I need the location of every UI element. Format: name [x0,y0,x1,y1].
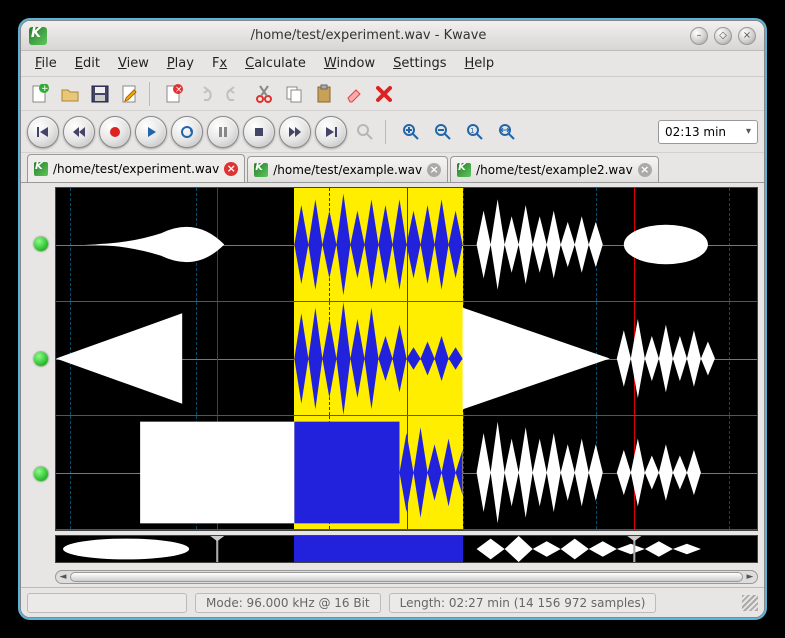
status-length: Length: 02:27 min (14 156 972 samples) [389,593,657,613]
horizontal-scrollbar[interactable]: ◄ ► [55,570,758,584]
chevron-down-icon: ▾ [746,126,751,137]
tracks-container [55,187,758,531]
pause-button[interactable] [207,116,239,148]
zoom-in-button[interactable] [397,118,425,146]
tabbar: /home/test/experiment.wav × /home/test/e… [21,153,764,183]
titlebar[interactable]: /home/test/experiment.wav - Kwave – ◇ × [21,21,764,51]
status-segment-empty [27,593,187,613]
copy-button[interactable] [281,81,307,107]
play-button[interactable] [135,116,167,148]
minimize-button[interactable]: – [690,27,708,45]
track-1[interactable] [56,188,757,302]
maximize-button[interactable]: ◇ [714,27,732,45]
overview[interactable] [55,535,758,563]
menu-fx[interactable]: Fx [204,53,235,74]
svg-text:1: 1 [470,127,474,135]
zoom-normal-button[interactable]: 1 [461,118,489,146]
undo-button[interactable] [191,81,217,107]
stop-button[interactable] [243,116,275,148]
svg-text:+: + [41,84,49,94]
cut-button[interactable] [251,81,277,107]
menu-file[interactable]: File [27,53,65,74]
scroll-row: ◄ ► [21,567,764,587]
resize-grip[interactable] [742,595,758,611]
zoom-value: 02:13 min [665,125,726,139]
zoom-combo[interactable]: 02:13 min ▾ [658,120,758,144]
menu-calculate[interactable]: Calculate [237,53,314,74]
rewind-button[interactable] [63,116,95,148]
tab-label: /home/test/example.wav [273,163,422,177]
file-icon [457,163,471,177]
close-button[interactable]: × [738,27,756,45]
track-3[interactable] [56,416,757,530]
tab-close-icon[interactable]: × [427,163,441,177]
svg-text:×: × [175,85,183,95]
track-active-indicator[interactable] [34,467,48,481]
waveform [56,188,757,301]
track-active-indicator[interactable] [34,237,48,251]
tab-2[interactable]: /home/test/example2.wav × [450,156,659,182]
toolbar-file: + × [21,77,764,111]
zoom-select-button[interactable] [351,118,379,146]
tab-1[interactable]: /home/test/example.wav × [247,156,448,182]
edit-button[interactable] [117,81,143,107]
close-file-button[interactable]: × [161,81,187,107]
app-icon [29,27,47,45]
window-title: /home/test/experiment.wav - Kwave [55,28,682,43]
menu-help[interactable]: Help [456,53,502,74]
menubar: File Edit View Play Fx Calculate Window … [21,51,764,77]
zoom-out-button[interactable] [429,118,457,146]
file-icon [34,162,48,176]
scroll-right-icon[interactable]: ► [743,571,757,583]
zoom-all-button[interactable] [493,118,521,146]
save-button[interactable] [87,81,113,107]
waveform [56,302,757,415]
menu-edit[interactable]: Edit [67,53,108,74]
separator [149,82,155,106]
tab-label: /home/test/example2.wav [476,163,633,177]
new-button[interactable]: + [27,81,53,107]
overview-selection [294,536,462,562]
menu-settings[interactable]: Settings [385,53,454,74]
separator [385,120,391,144]
tab-0[interactable]: /home/test/experiment.wav × [27,154,245,182]
waveform [56,416,757,529]
loop-button[interactable] [171,116,203,148]
file-icon [254,163,268,177]
scrollbar-thumb[interactable] [70,572,743,582]
window-controls: – ◇ × [690,27,756,45]
workspace [21,183,764,531]
goto-end-button[interactable] [315,116,347,148]
open-button[interactable] [57,81,83,107]
status-mode: Mode: 96.000 kHz @ 16 Bit [195,593,381,613]
goto-start-button[interactable] [27,116,59,148]
menu-window[interactable]: Window [316,53,383,74]
menu-play[interactable]: Play [159,53,202,74]
forward-button[interactable] [279,116,311,148]
tab-label: /home/test/experiment.wav [53,162,219,176]
tab-close-icon[interactable]: × [224,162,238,176]
menu-view[interactable]: View [110,53,157,74]
overview-row [21,531,764,567]
track-gutter [27,187,55,531]
statusbar: Mode: 96.000 kHz @ 16 Bit Length: 02:27 … [21,587,764,617]
toolbar-transport: 1 02:13 min ▾ [21,111,764,153]
track-active-indicator[interactable] [34,352,48,366]
track-2[interactable] [56,302,757,416]
redo-button[interactable] [221,81,247,107]
scroll-left-icon[interactable]: ◄ [56,571,70,583]
erase-button[interactable] [341,81,367,107]
delete-button[interactable] [371,81,397,107]
paste-button[interactable] [311,81,337,107]
record-button[interactable] [99,116,131,148]
app-window: /home/test/experiment.wav - Kwave – ◇ × … [20,20,765,618]
tab-close-icon[interactable]: × [638,163,652,177]
